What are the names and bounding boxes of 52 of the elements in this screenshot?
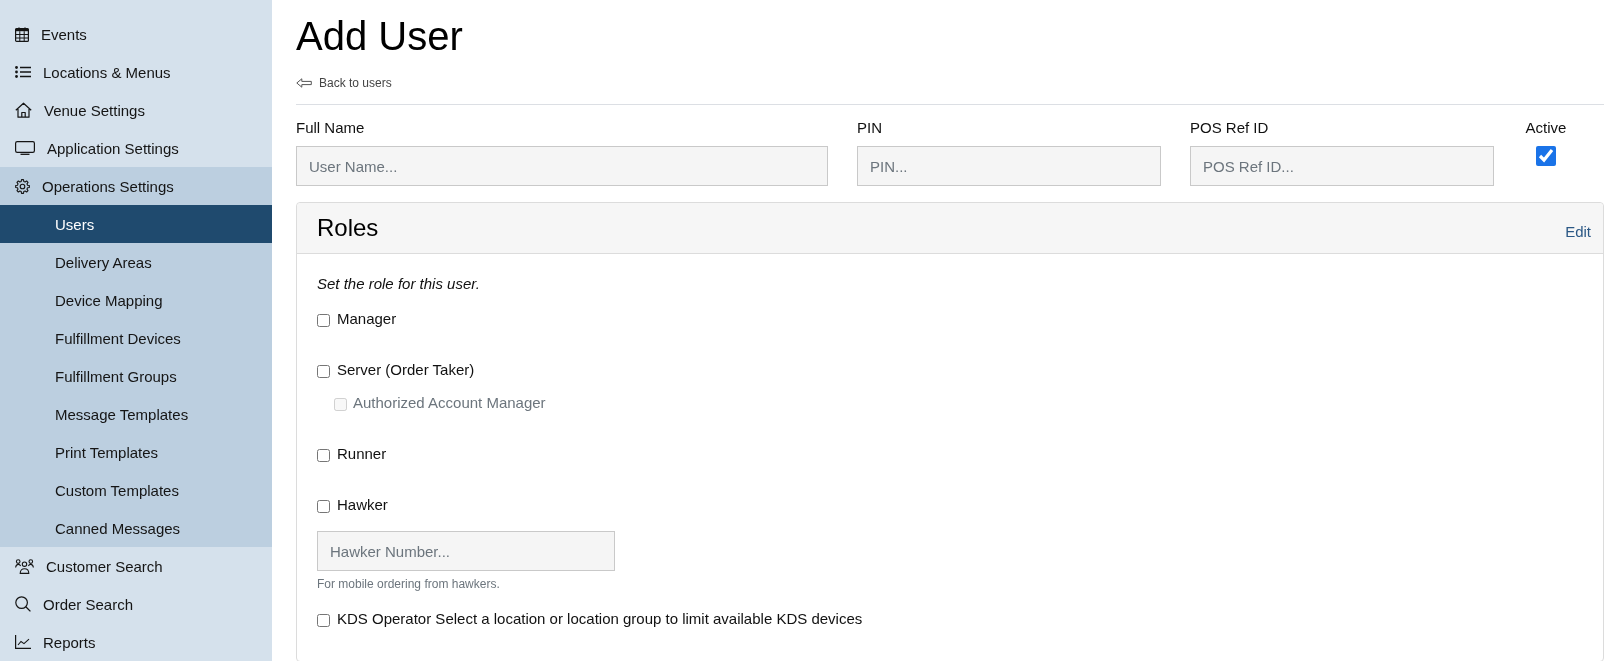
page-title: Add User — [296, 13, 463, 60]
sidebar-item[interactable]: Venue Settings — [0, 91, 272, 129]
field-label: POS Ref ID — [1190, 119, 1269, 137]
active-checkbox[interactable] — [1536, 146, 1556, 166]
sidebar-subitem[interactable]: Custom Templates — [0, 471, 272, 509]
text-field[interactable]: User Name... — [296, 146, 828, 186]
sidebar-subitem[interactable]: Device Mapping — [0, 281, 272, 319]
sidebar-item[interactable]: Reports — [0, 623, 272, 661]
sidebar-item[interactable]: Application Settings — [0, 129, 272, 167]
instruction-text: Set the role for this user. — [317, 275, 480, 293]
text-field[interactable]: PIN... — [857, 146, 1161, 186]
role-checkbox[interactable] — [317, 365, 330, 378]
role-checkbox[interactable] — [317, 500, 330, 513]
sidebar-item[interactable]: Operations Settings — [0, 167, 272, 205]
text-field[interactable]: POS Ref ID... — [1190, 146, 1494, 186]
sidebar-item[interactable]: Order Search — [0, 585, 272, 623]
role-label: Runner — [337, 445, 387, 463]
role-checkbox[interactable] — [317, 314, 330, 327]
role-label: Server (Order Taker) — [337, 361, 475, 379]
sidebar-subitem[interactable]: Delivery Areas — [0, 243, 272, 281]
card-title: Roles — [317, 214, 379, 242]
sidebar-subitem[interactable]: Fulfillment Groups — [0, 357, 272, 395]
field-label: Active — [1525, 119, 1567, 137]
role-label: Manager — [337, 310, 397, 328]
field-label: Full Name — [296, 119, 365, 137]
sidebar-item[interactable]: Events — [0, 15, 272, 53]
line-chart-icon — [15, 635, 31, 649]
back-link[interactable]: Back to users — [296, 75, 392, 91]
search-icon — [15, 596, 31, 612]
help-text: For mobile ordering from hawkers. — [317, 577, 500, 591]
list-icon — [15, 66, 31, 78]
sidebar-subitem[interactable]: Print Templates — [0, 433, 272, 471]
monitor-icon — [15, 141, 35, 155]
field-label: PIN — [857, 119, 882, 137]
home-icon — [15, 102, 32, 118]
role-label: KDS Operator Select a location or location group to limit available KDS devices — [337, 610, 863, 628]
people-icon — [15, 558, 34, 574]
role-checkbox[interactable] — [317, 449, 330, 462]
sidebar-subitem[interactable]: Users — [0, 205, 272, 243]
sidebar-subitem[interactable]: Message Templates — [0, 395, 272, 433]
edit-link[interactable]: Edit — [1565, 223, 1591, 241]
back-arrow-icon — [296, 78, 312, 88]
role-label: Hawker — [337, 496, 388, 514]
role-checkbox[interactable] — [317, 614, 330, 627]
role-label: Authorized Account Manager — [353, 394, 546, 412]
sidebar-item[interactable]: Locations & Menus — [0, 53, 272, 91]
sidebar-subitem[interactable]: Canned Messages — [0, 509, 272, 547]
settings-icon — [15, 178, 30, 194]
sidebar-item[interactable]: Customer Search — [0, 547, 272, 585]
hawker-number-field[interactable]: Hawker Number... — [317, 531, 615, 571]
calendar-icon — [15, 26, 29, 42]
sidebar-subitem[interactable]: Fulfillment Devices — [0, 319, 272, 357]
